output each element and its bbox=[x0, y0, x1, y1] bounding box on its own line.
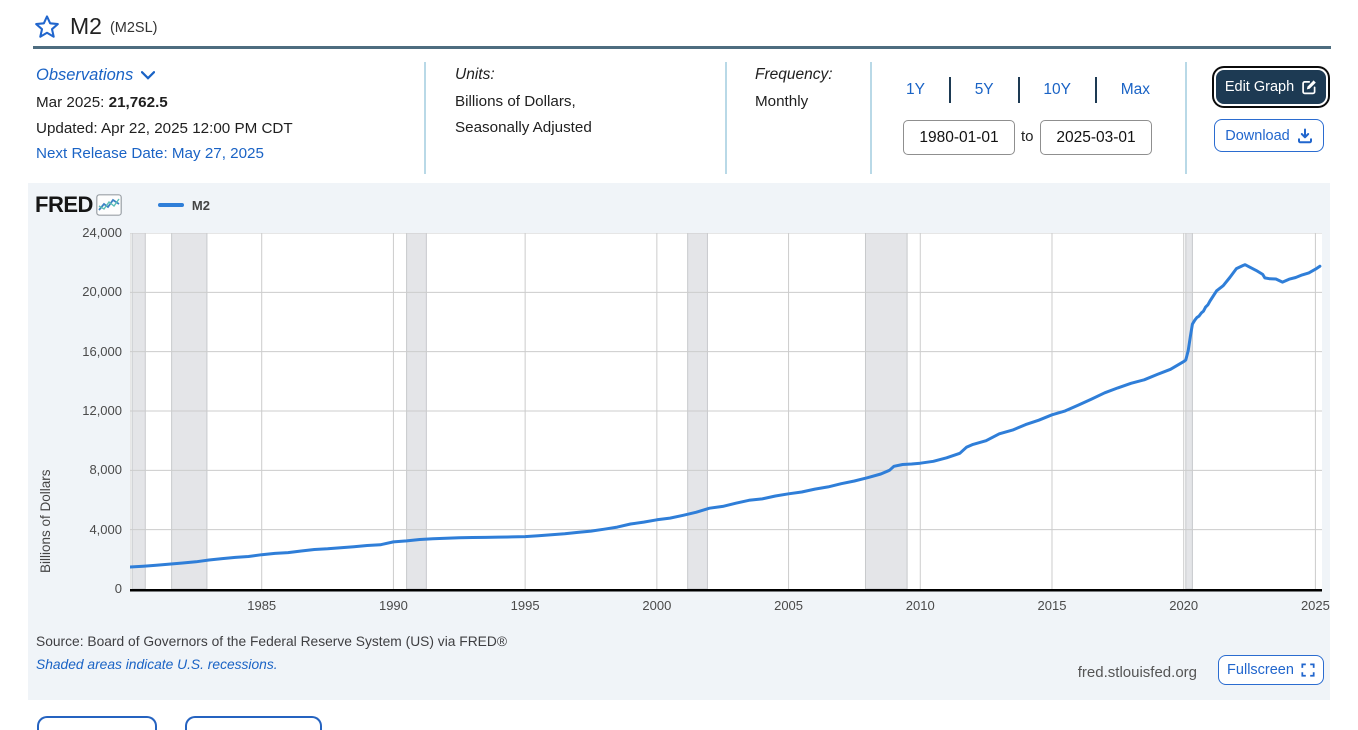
section-divider bbox=[725, 62, 727, 174]
bottom-stub-button-1[interactable] bbox=[37, 716, 157, 730]
y-tick-label: 8,000 bbox=[28, 462, 122, 477]
x-tick-label: 1995 bbox=[511, 598, 540, 613]
legend-line-swatch bbox=[158, 203, 184, 207]
edit-graph-label: Edit Graph bbox=[1225, 79, 1294, 95]
title-divider bbox=[33, 46, 1331, 49]
download-label: Download bbox=[1225, 128, 1290, 144]
series-id: (M2SL) bbox=[110, 17, 158, 36]
edit-graph-button[interactable]: Edit Graph bbox=[1216, 70, 1326, 104]
range-preset-10y[interactable]: 10Y bbox=[1039, 81, 1075, 99]
units-value-line1: Billions of Dollars, bbox=[455, 93, 576, 110]
x-tick-label: 2025 bbox=[1301, 598, 1330, 613]
chart-panel: FRED M2 Billions of Dollars Source: Boar… bbox=[28, 183, 1330, 700]
end-date-input[interactable] bbox=[1040, 120, 1152, 155]
preset-separator bbox=[1018, 77, 1020, 103]
range-preset-5y[interactable]: 5Y bbox=[971, 81, 998, 99]
x-tick-label: 2020 bbox=[1169, 598, 1198, 613]
next-release-link[interactable]: Next Release Date: May 27, 2025 bbox=[36, 145, 264, 162]
section-divider bbox=[424, 62, 426, 174]
range-preset-1y[interactable]: 1Y bbox=[902, 81, 929, 99]
frequency-label: Frequency: bbox=[755, 66, 833, 84]
observation-date: Mar 2025: bbox=[36, 94, 104, 111]
x-tick-label: 2005 bbox=[774, 598, 803, 613]
site-url-label: fred.stlouisfed.org bbox=[1078, 664, 1197, 681]
chevron-down-icon bbox=[141, 71, 155, 80]
series-title-row: M2 (M2SL) bbox=[34, 13, 158, 40]
units-label: Units: bbox=[455, 66, 495, 84]
section-divider bbox=[870, 62, 872, 174]
section-divider bbox=[1185, 62, 1187, 174]
y-tick-label: 20,000 bbox=[28, 284, 122, 299]
y-tick-label: 12,000 bbox=[28, 403, 122, 418]
y-tick-label: 0 bbox=[28, 581, 122, 596]
units-value-line2: Seasonally Adjusted bbox=[455, 119, 592, 136]
x-tick-label: 1990 bbox=[379, 598, 408, 613]
star-icon[interactable] bbox=[34, 14, 60, 40]
bottom-stub-button-2[interactable] bbox=[185, 716, 322, 730]
fullscreen-label: Fullscreen bbox=[1227, 662, 1294, 678]
y-tick-label: 24,000 bbox=[28, 225, 122, 240]
download-icon bbox=[1297, 128, 1313, 144]
recession-note-link[interactable]: Shaded areas indicate U.S. recessions. bbox=[36, 657, 278, 672]
page-title: M2 bbox=[70, 13, 102, 40]
latest-observation: Mar 2025: 21,762.5 bbox=[36, 94, 168, 111]
fullscreen-button[interactable]: Fullscreen bbox=[1218, 655, 1324, 685]
updated-timestamp: Updated: Apr 22, 2025 12:00 PM CDT bbox=[36, 120, 293, 137]
fred-chart-icon bbox=[96, 194, 122, 216]
edit-icon bbox=[1301, 79, 1317, 95]
fred-logo: FRED bbox=[35, 192, 93, 218]
range-preset-max[interactable]: Max bbox=[1117, 81, 1154, 99]
preset-separator bbox=[949, 77, 951, 103]
frequency-value: Monthly bbox=[755, 93, 808, 110]
observation-value: 21,762.5 bbox=[109, 94, 168, 111]
y-tick-label: 4,000 bbox=[28, 522, 122, 537]
observations-label: Observations bbox=[36, 66, 133, 85]
m2-line-chart[interactable] bbox=[130, 233, 1322, 592]
preset-separator bbox=[1095, 77, 1097, 103]
observations-dropdown[interactable]: Observations bbox=[36, 66, 155, 85]
chart-header-row: FRED M2 bbox=[35, 192, 210, 218]
x-tick-label: 2000 bbox=[642, 598, 671, 613]
x-tick-label: 2015 bbox=[1038, 598, 1067, 613]
legend-series-label[interactable]: M2 bbox=[192, 198, 210, 213]
download-button[interactable]: Download bbox=[1214, 119, 1324, 152]
x-tick-label: 1985 bbox=[247, 598, 276, 613]
range-preset-group: 1Y 5Y 10Y Max bbox=[902, 77, 1154, 103]
start-date-input[interactable] bbox=[903, 120, 1015, 155]
source-attribution: Source: Board of Governors of the Federa… bbox=[36, 634, 507, 649]
y-tick-label: 16,000 bbox=[28, 344, 122, 359]
x-tick-label: 2010 bbox=[906, 598, 935, 613]
date-range-to-label: to bbox=[1021, 128, 1034, 145]
fullscreen-icon bbox=[1301, 663, 1315, 677]
